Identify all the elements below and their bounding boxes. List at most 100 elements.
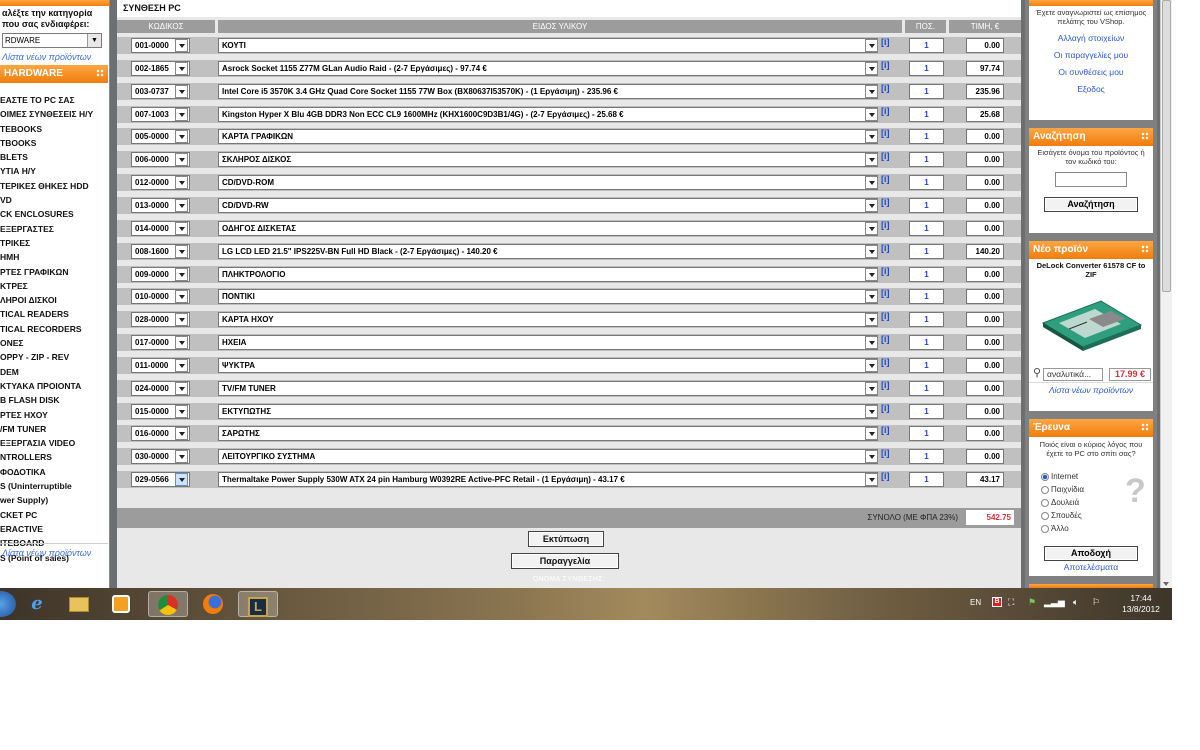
info-icon[interactable]: [i] (881, 60, 890, 70)
info-icon[interactable]: [i] (881, 243, 890, 253)
info-icon[interactable]: [i] (881, 174, 890, 184)
new-products-link[interactable]: Λίστα νέων προϊόντων (0, 51, 109, 63)
item-select[interactable]: Kingston Hyper X Blu 4GB DDR3 Non ECC CL… (218, 106, 878, 122)
category-item[interactable]: CK ENCLOSURES (0, 207, 108, 221)
new-product-name[interactable]: DeLock Converter 61578 CF to ZIF (1029, 259, 1153, 279)
quantity-input[interactable]: 1 (909, 220, 944, 236)
category-item[interactable]: /FM TUNER (0, 422, 108, 436)
info-icon[interactable]: [i] (881, 128, 890, 138)
chevron-down-icon[interactable] (865, 267, 878, 281)
chevron-down-icon[interactable] (865, 176, 878, 190)
item-select[interactable]: Thermaltake Power Supply 530W ATX 24 pin… (218, 472, 878, 488)
chevron-down-icon[interactable] (175, 404, 188, 418)
quantity-input[interactable]: 1 (909, 426, 944, 442)
info-icon[interactable]: [i] (881, 197, 890, 207)
category-item[interactable]: ΕΞΕΡΓΑΣΤΕΣ (0, 222, 108, 236)
item-select[interactable]: ΗΧΕΙΑ (218, 335, 878, 351)
item-select[interactable]: ΕΚΤΥΠΩΤΗΣ (218, 403, 878, 419)
quantity-input[interactable]: 1 (909, 243, 944, 259)
chevron-down-icon[interactable] (175, 244, 188, 258)
item-select[interactable]: ΚΑΡΤΑ ΓΡΑΦΙΚΩΝ (218, 129, 878, 145)
chevron-down-icon[interactable] (175, 39, 188, 52)
league-of-legends-icon[interactable]: L (238, 591, 278, 617)
category-item[interactable]: DEM (0, 365, 108, 379)
quantity-input[interactable]: 1 (909, 312, 944, 328)
category-select[interactable]: RDWARE ▼ (2, 33, 102, 48)
info-icon[interactable]: [i] (881, 380, 890, 390)
quantity-input[interactable]: 1 (909, 357, 944, 373)
quantity-input[interactable]: 1 (909, 106, 944, 122)
category-item[interactable]: TICAL RECORDERS (0, 322, 108, 336)
category-item[interactable]: BLETS (0, 150, 108, 164)
category-item[interactable]: ΚΤΥΑΚΑ ΠΡΟΙΟΝΤΑ (0, 379, 108, 393)
category-item[interactable]: TEBOOKS (0, 122, 108, 136)
logout-link[interactable]: Εξοδος (1029, 81, 1153, 98)
quantity-input[interactable]: 1 (909, 175, 944, 191)
chevron-down-icon[interactable] (175, 427, 188, 441)
info-icon[interactable]: [i] (881, 471, 890, 481)
vertical-scrollbar[interactable] (1160, 0, 1172, 588)
info-icon[interactable]: [i] (881, 151, 890, 161)
tray-network-icon[interactable]: ⛶ (1008, 597, 1014, 608)
category-item[interactable]: ΟΙΜΕΣ ΣΥΝΘΕΣΕΙΣ Η/Υ (0, 107, 108, 121)
info-icon[interactable]: [i] (881, 357, 890, 367)
chevron-down-icon[interactable] (175, 313, 188, 327)
tray-utility-icon[interactable]: ⚑ (1028, 597, 1036, 608)
chevron-down-icon[interactable] (865, 153, 878, 167)
item-select[interactable]: Asrock Socket 1155 Z77M GLan Audio Raid … (218, 60, 878, 76)
category-item[interactable]: ΛΗΡΟΙ ΔΙΣΚΟΙ (0, 293, 108, 307)
chevron-down-icon[interactable] (175, 107, 188, 121)
chevron-down-icon[interactable] (865, 473, 878, 487)
chevron-down-icon[interactable] (175, 176, 188, 190)
category-item[interactable]: CKET PC (0, 508, 108, 522)
quantity-input[interactable]: 1 (909, 472, 944, 488)
item-select[interactable]: ΠΛΗΚΤΡΟΛΟΓΙΟ (218, 266, 878, 282)
chevron-down-icon[interactable] (865, 336, 878, 350)
item-select[interactable]: ΣΚΛΗΡΟΣ ΔΙΣΚΟΣ (218, 152, 878, 168)
category-item[interactable]: ERACTIVE (0, 522, 108, 536)
chevron-down-icon[interactable] (865, 381, 878, 395)
category-item[interactable]: TICAL READERS (0, 307, 108, 321)
my-builds-link[interactable]: Οι συνθέσεις μου (1029, 64, 1153, 81)
info-icon[interactable]: [i] (881, 425, 890, 435)
category-item[interactable]: ΕΞΕΡΓΑΣΙΑ VIDEO (0, 436, 108, 450)
chevron-down-icon[interactable] (865, 39, 878, 52)
chevron-down-icon[interactable] (865, 221, 878, 235)
chevron-down-icon[interactable] (865, 198, 878, 212)
bottom-new-products-link[interactable]: Λίστα νέων προϊόντων (2, 548, 91, 558)
quantity-input[interactable]: 1 (909, 152, 944, 168)
quantity-input[interactable]: 1 (909, 449, 944, 465)
chevron-down-icon[interactable] (175, 358, 188, 372)
chevron-down-icon[interactable] (175, 290, 188, 304)
quantity-input[interactable]: 1 (909, 266, 944, 282)
item-select[interactable]: ΠΟΝΤΙΚΙ (218, 289, 878, 305)
tray-app-icon[interactable]: B (992, 597, 1002, 607)
clock[interactable]: 17:44 13/8/2012 (1116, 593, 1166, 615)
chevron-down-icon[interactable] (865, 404, 878, 418)
category-item[interactable]: TBOOKS (0, 136, 108, 150)
item-select[interactable]: Intel Core i5 3570K 3.4 GHz Quad Core So… (218, 83, 878, 99)
info-icon[interactable]: [i] (881, 288, 890, 298)
item-select[interactable]: LG LCD LED 21.5" IPS225V-BN Full HD Blac… (218, 243, 878, 259)
chevron-down-icon[interactable] (175, 221, 188, 235)
info-icon[interactable]: [i] (881, 311, 890, 321)
category-item[interactable]: ΥΤΙΑ Η/Υ (0, 164, 108, 178)
chevron-down-icon[interactable] (865, 450, 878, 464)
quantity-input[interactable]: 1 (909, 60, 944, 76)
chevron-down-icon[interactable] (865, 313, 878, 327)
poll-accept-button[interactable]: Αποδοχή (1044, 546, 1138, 561)
category-item[interactable]: B FLASH DISK (0, 393, 108, 407)
tray-signal-icon[interactable]: ▂▃▅ (1044, 597, 1065, 608)
firefox-icon[interactable] (198, 591, 228, 617)
info-icon[interactable]: [i] (881, 220, 890, 230)
quantity-input[interactable]: 1 (909, 38, 944, 53)
item-select[interactable]: ΛΕΙΤΟΥΡΓΙΚΟ ΣΥΣΤΗΜΑ (218, 449, 878, 465)
poll-results-link[interactable]: Αποτελέσματα (1029, 561, 1153, 574)
search-button[interactable]: Αναζήτηση (1044, 197, 1138, 212)
category-item[interactable]: S (Uninterruptible (0, 479, 108, 493)
quantity-input[interactable]: 1 (909, 289, 944, 305)
item-select[interactable]: TV/FM TUNER (218, 380, 878, 396)
category-item[interactable]: ΤΡΙΚΕΣ (0, 236, 108, 250)
new-products-list-link[interactable]: Λίστα νέων προϊόντων (1029, 382, 1153, 397)
chevron-down-icon[interactable] (865, 61, 878, 75)
